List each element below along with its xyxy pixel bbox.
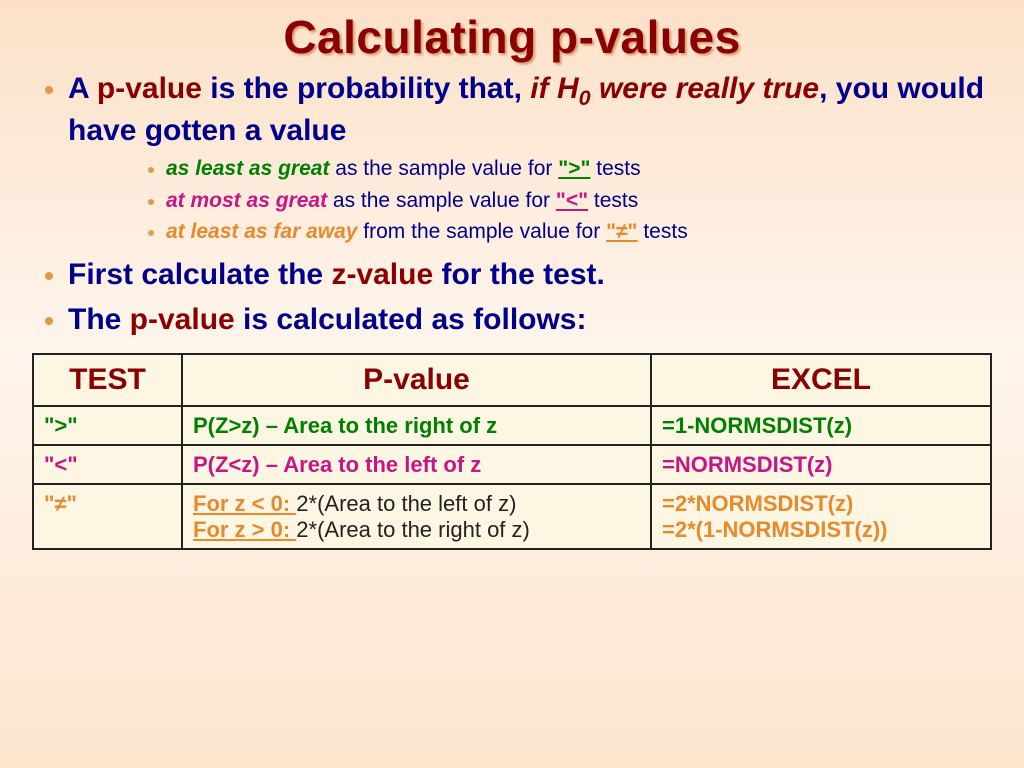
text: as the sample value for (329, 157, 558, 180)
lt-symbol: "<" (556, 189, 588, 212)
rule-neg: For z < 0: (193, 491, 296, 516)
text: 2*(Area to the left of z) (296, 491, 516, 516)
text: First calculate the (68, 258, 331, 291)
cell-pval-gt: P(Z>z) – Area to the right of z (182, 406, 651, 445)
bullet-3: The p-value is calculated as follows: (68, 301, 994, 339)
cell-excel-gt: =1-NORMSDIST(z) (651, 406, 991, 445)
table-row: "<" P(Z<z) – Area to the left of z =NORM… (33, 445, 991, 484)
header-excel: EXCEL (651, 354, 991, 406)
rule-pos: For z > 0: (193, 517, 296, 542)
text: if H (530, 72, 578, 105)
header-test: TEST (33, 354, 182, 406)
bullet-list: A p-value is the probability that, if H0… (34, 70, 994, 339)
header-pvalue: P-value (182, 354, 651, 406)
gt-symbol: ">" (558, 157, 590, 180)
sub-bullet-3: at least as far away from the sample val… (166, 216, 994, 248)
excel-ne-1: =2*NORMSDIST(z) (662, 491, 853, 516)
pvalue-table: TEST P-value EXCEL ">" P(Z>z) – Area to … (32, 353, 992, 550)
sub-bullet-list: as least as great as the sample value fo… (138, 153, 994, 248)
cell-excel-ne: =2*NORMSDIST(z) =2*(1-NORMSDIST(z)) (651, 484, 991, 549)
text: tests (638, 220, 688, 243)
bullet-2: First calculate the z-value for the test… (68, 256, 994, 294)
excel-ne-2: =2*(1-NORMSDIST(z)) (662, 517, 888, 542)
bullet-1: A p-value is the probability that, if H0… (68, 70, 994, 248)
emphasis: at least as far away (166, 220, 357, 243)
sub-bullet-2: at most as great as the sample value for… (166, 185, 994, 217)
cell-test-lt: "<" (33, 445, 182, 484)
text: as the sample value for (327, 189, 556, 212)
text: is calculated as follows: (235, 303, 587, 336)
term-zvalue: z-value (331, 258, 433, 291)
text: for the test. (433, 258, 605, 291)
text: were really true (591, 72, 819, 105)
slide: Calculating p-values A p-value is the pr… (0, 0, 1024, 768)
text: The (68, 303, 130, 336)
text: tests (588, 189, 638, 212)
cell-pval-lt: P(Z<z) – Area to the left of z (182, 445, 651, 484)
text: tests (590, 157, 640, 180)
table-header-row: TEST P-value EXCEL (33, 354, 991, 406)
emphasis: as least as great (166, 157, 329, 180)
cell-test-gt: ">" (33, 406, 182, 445)
sub-bullet-1: as least as great as the sample value fo… (166, 153, 994, 185)
cell-pval-ne: For z < 0: 2*(Area to the left of z) For… (182, 484, 651, 549)
term-pvalue: p-value (130, 303, 235, 336)
slide-title: Calculating p-values (30, 10, 994, 64)
text: is the probability that, (202, 72, 530, 105)
cell-excel-lt: =NORMSDIST(z) (651, 445, 991, 484)
cell-test-ne: "≠" (33, 484, 182, 549)
text: from the sample value for (357, 220, 606, 243)
table-row: "≠" For z < 0: 2*(Area to the left of z)… (33, 484, 991, 549)
table-row: ">" P(Z>z) – Area to the right of z =1-N… (33, 406, 991, 445)
ne-symbol: "≠" (606, 220, 637, 243)
text: 2*(Area to the right of z) (296, 517, 530, 542)
subscript-0: 0 (579, 85, 591, 110)
text: A (68, 72, 97, 105)
term-pvalue: p-value (97, 72, 202, 105)
hypothesis-text: if H0 were really true (530, 72, 819, 105)
emphasis: at most as great (166, 189, 327, 212)
